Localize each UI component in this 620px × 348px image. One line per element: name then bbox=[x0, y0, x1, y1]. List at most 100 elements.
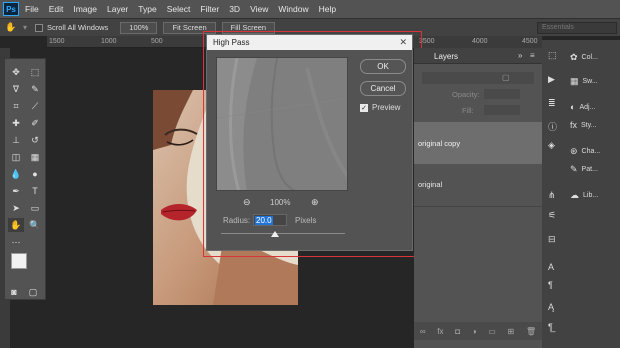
layer-row-original[interactable]: original bbox=[414, 165, 542, 207]
paragraph-icon[interactable]: ¶ bbox=[548, 280, 553, 290]
move-tool-icon[interactable]: ✥ bbox=[8, 65, 24, 79]
adjustment-layer-icon[interactable]: ◑ bbox=[472, 327, 477, 336]
menu-select[interactable]: Select bbox=[167, 4, 191, 14]
panel-adjustments[interactable]: ◐ Adj... bbox=[570, 98, 620, 116]
menu-image[interactable]: Image bbox=[73, 4, 97, 14]
healing-brush-tool-icon[interactable]: ✚ bbox=[8, 116, 24, 130]
history-brush-tool-icon[interactable]: ↺ bbox=[27, 133, 43, 147]
swatches-icon: ▦ bbox=[570, 75, 579, 86]
panel-label: Pat... bbox=[581, 165, 598, 173]
quick-select-tool-icon[interactable]: ✎ bbox=[27, 82, 43, 96]
info-icon[interactable]: ⓘ bbox=[548, 120, 557, 133]
zoom-tool-icon[interactable]: 🔍 bbox=[27, 218, 43, 232]
ruler-label: 1500 bbox=[49, 38, 65, 45]
preview-checkbox[interactable]: ✓ bbox=[360, 103, 368, 112]
eraser-tool-icon[interactable]: ◫ bbox=[8, 150, 24, 164]
trash-icon[interactable]: 🗑 bbox=[526, 327, 536, 336]
menu-type[interactable]: Type bbox=[138, 4, 156, 14]
menu-view[interactable]: View bbox=[250, 4, 268, 14]
foreground-color-swatch[interactable] bbox=[11, 253, 27, 269]
menu-3d[interactable]: 3D bbox=[229, 4, 240, 14]
panel-channels[interactable]: ⊛ Cha... bbox=[570, 142, 620, 160]
character-icon[interactable]: A bbox=[548, 262, 554, 272]
scroll-all-windows-checkbox[interactable] bbox=[35, 23, 44, 32]
history-icon[interactable]: ⬚ bbox=[548, 50, 557, 61]
high-pass-dialog: High Pass ✕ OK Cancel ✓ Preview ⊖ 100% ⊕… bbox=[206, 34, 413, 251]
layer-mask-icon[interactable]: ◘ bbox=[455, 327, 460, 336]
panel-color[interactable]: ✿ Col... bbox=[570, 48, 620, 66]
ok-button[interactable]: OK bbox=[360, 59, 406, 74]
menu-layer[interactable]: Layer bbox=[107, 4, 128, 14]
char-style-icon[interactable]: Ą bbox=[548, 302, 554, 312]
clone-stamp-tool-icon[interactable]: ⊥ bbox=[8, 133, 24, 147]
menu-filter[interactable]: Filter bbox=[200, 4, 219, 14]
ruler-label: 4500 bbox=[522, 38, 538, 45]
type-tool-icon[interactable]: T bbox=[27, 184, 43, 198]
panel-libraries[interactable]: ☁ Lib... bbox=[570, 186, 620, 204]
menu-help[interactable]: Help bbox=[319, 4, 336, 14]
marquee-tool-icon[interactable]: ⬚ bbox=[27, 65, 43, 79]
opacity-field[interactable] bbox=[484, 89, 520, 99]
dialog-titlebar[interactable]: High Pass ✕ bbox=[207, 35, 412, 50]
collapse-icon[interactable]: » bbox=[518, 51, 522, 60]
dodge-tool-icon[interactable]: ● bbox=[27, 167, 43, 181]
zoom-out-icon[interactable]: ⊖ bbox=[243, 197, 251, 208]
screen-mode-icon[interactable]: ▢ bbox=[27, 285, 39, 299]
menu-file[interactable]: File bbox=[25, 4, 39, 14]
new-group-icon[interactable]: ▭ bbox=[488, 327, 496, 336]
chevron-down-icon[interactable]: ▾ bbox=[23, 23, 27, 32]
radius-label: Radius: bbox=[223, 216, 251, 225]
filter-toggle-icon[interactable]: ▢ bbox=[502, 73, 510, 82]
close-icon[interactable]: ✕ bbox=[399, 37, 407, 48]
play-icon[interactable]: ▶ bbox=[548, 74, 555, 85]
layers-panel-icon[interactable]: ◈ bbox=[548, 140, 555, 151]
eyedropper-tool-icon[interactable]: ⟋ bbox=[27, 99, 43, 113]
hand-tool-icon[interactable]: ✋ bbox=[8, 218, 24, 232]
radius-input[interactable]: 20.0 bbox=[253, 214, 287, 226]
zoom-100-button[interactable]: 100% bbox=[120, 21, 158, 34]
link-layers-icon[interactable]: ∞ bbox=[420, 327, 426, 336]
quick-mask-icon[interactable]: ◙ bbox=[8, 285, 20, 299]
new-layer-icon[interactable]: ⊞ bbox=[508, 327, 515, 336]
radius-slider-thumb[interactable] bbox=[271, 231, 279, 237]
cancel-button[interactable]: Cancel bbox=[360, 81, 406, 96]
tool-presets-icon[interactable]: ⊟ bbox=[548, 234, 556, 245]
gradient-tool-icon[interactable]: ▦ bbox=[27, 150, 43, 164]
radius-slider-track[interactable] bbox=[221, 233, 345, 234]
menu-window[interactable]: Window bbox=[278, 4, 308, 14]
styles-icon: fx bbox=[570, 120, 578, 130]
brush-settings-icon[interactable]: ⋔ bbox=[548, 190, 556, 201]
menu-edit[interactable]: Edit bbox=[49, 4, 64, 14]
brush-tool-icon[interactable]: ✐ bbox=[27, 116, 43, 130]
path-select-tool-icon[interactable]: ➤ bbox=[8, 201, 24, 215]
panel-swatches[interactable]: ▦ Sw... bbox=[570, 72, 620, 90]
layer-filter-bar[interactable]: ▢ bbox=[422, 72, 534, 84]
hand-tool-icon[interactable]: ✋ bbox=[5, 22, 19, 34]
zoom-in-icon[interactable]: ⊕ bbox=[311, 197, 319, 208]
layer-row-original-copy[interactable]: original copy bbox=[414, 122, 542, 164]
layer-name: original copy bbox=[418, 139, 461, 148]
tools-panel: ✥ ⬚ ᐁ ✎ ⌗ ⟋ ✚ ✐ ⊥ ↺ ◫ ▦ 💧 ● ✒ T ➤ ▭ ✋ 🔍 … bbox=[4, 58, 46, 300]
fx-icon[interactable]: fx bbox=[437, 327, 443, 336]
preview-option[interactable]: ✓ Preview bbox=[360, 103, 400, 112]
rectangle-tool-icon[interactable]: ▭ bbox=[27, 201, 43, 215]
adjustments-sliders-icon[interactable]: ⚟ bbox=[548, 210, 556, 221]
layers-tab[interactable]: Layers bbox=[434, 52, 458, 61]
panel-styles[interactable]: fx Sty... bbox=[570, 116, 620, 134]
pen-tool-icon[interactable]: ✒ bbox=[8, 184, 24, 198]
para-style-icon[interactable]: ¶̲ bbox=[548, 322, 553, 332]
properties-icon[interactable]: ≣ bbox=[548, 98, 556, 109]
lasso-tool-icon[interactable]: ᐁ bbox=[8, 82, 24, 96]
more-tools-icon[interactable]: ⋯ bbox=[8, 235, 24, 249]
blur-tool-icon[interactable]: 💧 bbox=[8, 167, 24, 181]
workspace-select[interactable]: Essentials bbox=[537, 22, 617, 34]
panel-paths[interactable]: ✎ Pat... bbox=[570, 160, 620, 178]
panel-label: Adj... bbox=[579, 103, 596, 111]
filter-preview[interactable] bbox=[216, 57, 348, 191]
fill-field[interactable] bbox=[484, 105, 520, 115]
panel-menu-icon[interactable]: ≡ bbox=[530, 51, 535, 60]
panel-label: Lib... bbox=[583, 191, 599, 199]
layer-name: original bbox=[418, 180, 443, 189]
crop-tool-icon[interactable]: ⌗ bbox=[8, 99, 24, 113]
ruler-label: 500 bbox=[151, 38, 163, 45]
